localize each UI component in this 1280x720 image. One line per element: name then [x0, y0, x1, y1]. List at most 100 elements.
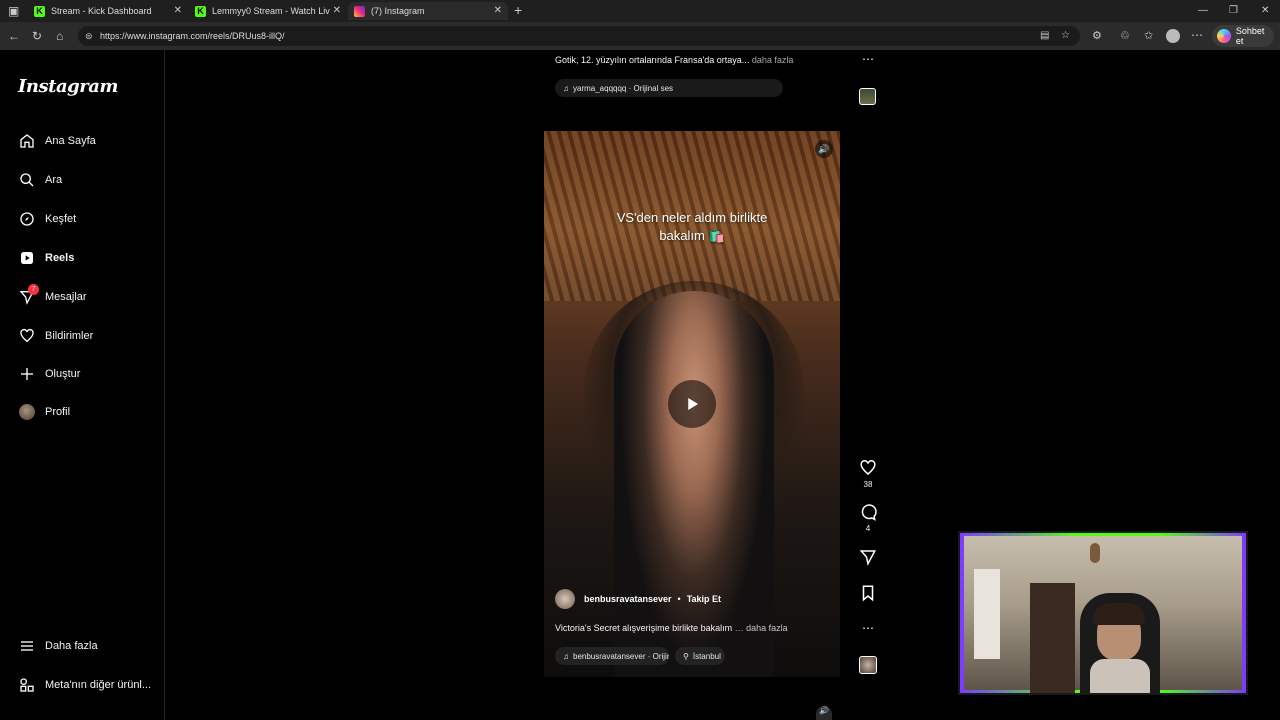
- restore-icon[interactable]: ❐: [1229, 5, 1238, 17]
- instagram-sidebar: Instagram Ana Sayfa Ara Keşfet Reels 7 M…: [0, 50, 165, 720]
- reel-video[interactable]: VS'den neler aldım birlikte bakalım 🛍️ 🔊…: [544, 131, 840, 677]
- sidebar-item-label: Meta'nın diğer ürünl...: [45, 679, 152, 691]
- comment-count: 4: [865, 524, 871, 533]
- heart-icon: [18, 327, 36, 345]
- play-button[interactable]: [668, 380, 716, 428]
- copilot-label: Sohbet et: [1235, 26, 1265, 46]
- sidebar-item-notifications[interactable]: Bildirimler: [18, 324, 93, 348]
- profile-avatar[interactable]: [1166, 29, 1180, 43]
- streamer-webcam-overlay: [958, 531, 1248, 695]
- next-reel-volume-icon[interactable]: 🔊: [816, 706, 832, 720]
- audio-thumbnail[interactable]: [859, 88, 876, 105]
- author-avatar[interactable]: [555, 589, 575, 609]
- sidebar-item-label: Ara: [45, 174, 63, 186]
- tab-kick-dashboard[interactable]: K Stream - Kick Dashboard ✕: [28, 2, 188, 20]
- reel-author-row: benbusravatansever • Takip Et: [555, 589, 825, 609]
- url-input[interactable]: ⊜ https://www.instagram.com/reels/DRUus8…: [78, 26, 1080, 46]
- sidebar-item-label: Mesajlar: [45, 291, 87, 303]
- home-icon: [18, 132, 36, 150]
- audio-label: benbusravatansever · Orijinal ses: [573, 651, 669, 661]
- tab-instagram[interactable]: (7) Instagram ✕: [348, 2, 508, 20]
- save-bookmark-icon[interactable]: [859, 584, 877, 607]
- reel-audio[interactable]: ♫ benbusravatansever · Orijinal ses: [555, 647, 669, 665]
- webcam-frame-left: [960, 533, 964, 693]
- reader-icon[interactable]: ▤: [1040, 30, 1049, 42]
- sidebar-item-meta[interactable]: Meta'nın diğer ürünl...: [18, 673, 151, 697]
- volume-icon[interactable]: 🔊: [815, 140, 833, 158]
- more-options-icon[interactable]: ⋯: [862, 622, 874, 634]
- webcam-lamp: [1090, 543, 1100, 563]
- music-note-icon: ♫: [563, 651, 569, 661]
- tab-title: (7) Instagram: [371, 6, 425, 16]
- sidebar-item-explore[interactable]: Keşfet: [18, 207, 76, 231]
- webcam-frame-right: [1242, 533, 1246, 693]
- messenger-icon: 7: [18, 284, 39, 306]
- sidebar-item-more[interactable]: Daha fazla: [18, 634, 98, 658]
- home-icon[interactable]: ⌂: [56, 30, 63, 42]
- sidebar-item-search[interactable]: Ara: [18, 168, 62, 192]
- url-text: https://www.instagram.com/reels/DRUus8-i…: [100, 31, 285, 41]
- sidebar-item-label: Profil: [45, 406, 71, 418]
- new-tab-icon[interactable]: +: [514, 3, 522, 17]
- meta-apps-icon: [18, 676, 36, 694]
- separator-dot: •: [677, 594, 681, 604]
- sidebar-item-reels[interactable]: Reels: [18, 246, 74, 270]
- sidebar-item-create[interactable]: Oluştur: [18, 362, 80, 386]
- kick-icon: K: [195, 5, 206, 17]
- notification-badge: 7: [28, 284, 39, 295]
- prev-reel-caption: Gotik, 12. yüzyılın ortalarında Fransa'd…: [555, 55, 793, 65]
- back-icon[interactable]: ←: [8, 30, 20, 42]
- menu-icon: [18, 637, 36, 655]
- share-icon[interactable]: [859, 548, 877, 571]
- audio-label: yarma_aqqqqq · Orijinal ses: [573, 83, 674, 93]
- minimize-icon[interactable]: —: [1198, 5, 1208, 17]
- webcam-streamer-shirt: [1090, 659, 1150, 693]
- more-link[interactable]: daha fazla: [746, 623, 788, 633]
- tab-actions-icon[interactable]: ▣: [8, 5, 19, 17]
- tab-lemmyy-stream[interactable]: K Lemmyy0 Stream - Watch Live on ✕: [189, 2, 347, 20]
- audio-thumbnail[interactable]: [859, 656, 877, 674]
- more-options-icon[interactable]: ⋯: [862, 53, 874, 65]
- like-count: 38: [863, 480, 873, 489]
- play-icon: [688, 398, 698, 410]
- refresh-icon[interactable]: ↻: [32, 30, 42, 42]
- instagram-logo[interactable]: Instagram: [18, 76, 118, 97]
- video-subject: [614, 291, 774, 677]
- comment-icon[interactable]: [859, 503, 877, 526]
- avatar: [18, 403, 36, 421]
- copilot-button[interactable]: Sohbet et: [1212, 25, 1274, 47]
- performance-icon[interactable]: ♲: [1120, 30, 1130, 42]
- like-icon[interactable]: [859, 459, 877, 482]
- location-pin-icon: ⚲: [683, 651, 689, 661]
- caption-text: Victoria's Secret alışverişime birlikte …: [555, 623, 733, 633]
- location-label: İstanbul: [692, 651, 721, 661]
- follow-button[interactable]: Takip Et: [687, 594, 721, 604]
- close-tab-icon[interactable]: ✕: [494, 5, 502, 16]
- sidebar-item-label: Reels: [45, 252, 75, 264]
- reel-caption: Victoria's Secret alışverişime birlikte …: [555, 623, 788, 633]
- author-username[interactable]: benbusravatansever: [584, 594, 672, 604]
- sidebar-item-label: Bildirimler: [45, 330, 94, 342]
- favorite-star-icon[interactable]: ☆: [1061, 30, 1070, 42]
- site-info-icon[interactable]: ⊜: [85, 30, 93, 42]
- close-tab-icon[interactable]: ✕: [333, 5, 341, 16]
- more-menu-icon[interactable]: ⋯: [1191, 29, 1203, 41]
- more-link[interactable]: daha fazla: [752, 55, 794, 65]
- extensions-icon[interactable]: ⚙: [1092, 30, 1102, 42]
- sidebar-item-home[interactable]: Ana Sayfa: [18, 129, 96, 153]
- webcam-frame-top: [960, 533, 1246, 536]
- overlay-line: bakalım 🛍️: [659, 228, 725, 243]
- music-note-icon: ♫: [563, 83, 569, 93]
- reels-icon: [18, 249, 36, 267]
- sidebar-item-label: Ana Sayfa: [45, 135, 96, 147]
- close-window-icon[interactable]: ✕: [1261, 5, 1269, 17]
- prev-reel-audio[interactable]: ♫ yarma_aqqqqq · Orijinal ses: [555, 79, 783, 97]
- reel-location[interactable]: ⚲ İstanbul: [675, 647, 725, 665]
- sidebar-item-profile[interactable]: Profil: [18, 400, 70, 424]
- sidebar-item-label: Keşfet: [45, 213, 77, 225]
- compass-icon: [18, 210, 36, 228]
- close-tab-icon[interactable]: ✕: [174, 5, 182, 16]
- sidebar-item-messages[interactable]: 7 Mesajlar: [18, 284, 87, 309]
- search-icon: [18, 171, 36, 189]
- favorites-icon[interactable]: ✩: [1144, 30, 1153, 42]
